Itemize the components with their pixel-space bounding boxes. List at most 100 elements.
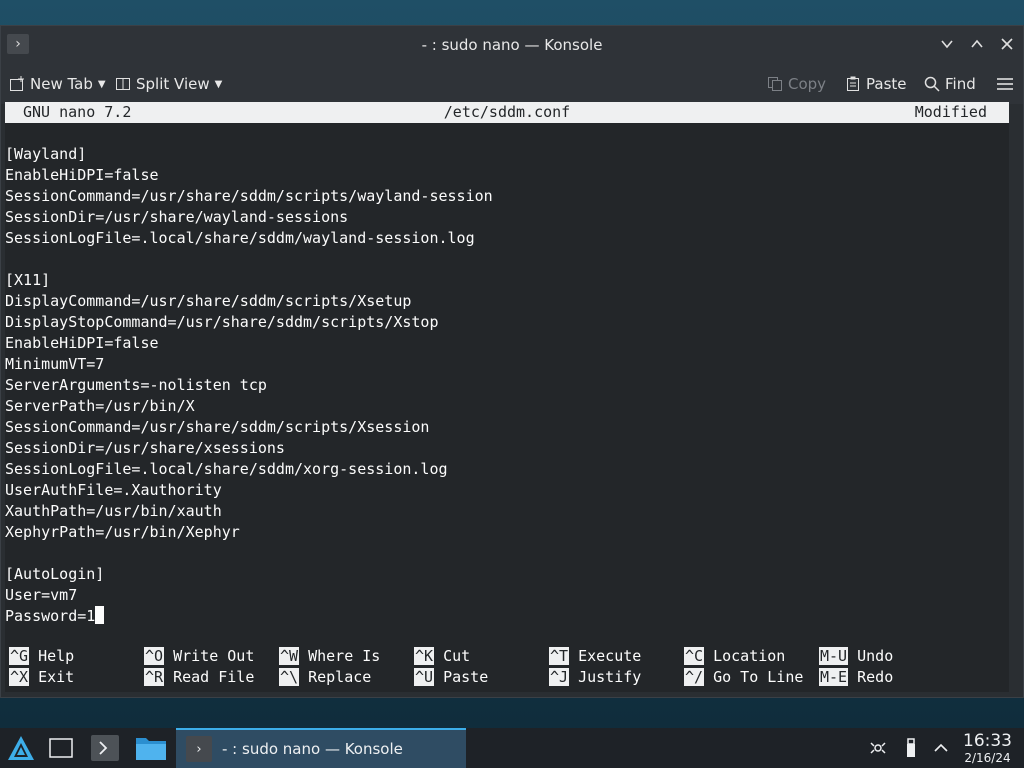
shortcut-key: ^W <box>279 647 300 665</box>
maximize-button[interactable] <box>965 32 989 56</box>
shortcut-key: M-U <box>819 647 849 665</box>
show-desktop-icon <box>49 738 73 758</box>
shortcut-key: ^J <box>549 668 570 686</box>
paste-label: Paste <box>866 75 907 93</box>
find-label: Find <box>945 75 976 93</box>
shortcut-label: Write Out <box>173 647 255 665</box>
editor-line-text: [AutoLogin] <box>5 565 105 583</box>
editor-line-text: XauthPath=/usr/bin/xauth <box>5 502 222 520</box>
task-item-konsole[interactable]: › - : sudo nano — Konsole <box>176 728 466 768</box>
shortcut-label: Replace <box>308 668 372 686</box>
system-tray-expand-button[interactable] <box>930 736 952 760</box>
file-manager-launcher[interactable] <box>134 734 168 762</box>
shortcut-key: ^K <box>414 647 435 665</box>
shortcut-label: Justify <box>578 668 642 686</box>
editor-line-text: UserAuthFile=.Xauthority <box>5 481 222 499</box>
editor-line-text: [X11] <box>5 271 51 289</box>
nano-header: GNU nano 7.2 /etc/sddm.conf Modified <box>5 102 1009 123</box>
shortcut-key: M-E <box>819 668 849 686</box>
konsole-launcher[interactable] <box>90 734 120 762</box>
editor-line[interactable] <box>5 543 493 564</box>
network-icon <box>870 742 886 754</box>
show-desktop-button[interactable] <box>46 734 76 762</box>
network-tray-button[interactable] <box>866 736 890 760</box>
shortcut-label: Read File <box>173 668 255 686</box>
editor-buffer[interactable]: [Wayland] EnableHiDPI=false SessionCommand… <box>5 144 493 627</box>
clock-time: 16:33 <box>963 731 1012 751</box>
search-icon <box>924 76 940 92</box>
shortcut-item: ^J Justify <box>549 667 641 688</box>
shortcut-label: Exit <box>38 668 75 686</box>
split-view-button[interactable]: Split View ▼ <box>115 72 222 96</box>
editor-line-text: SessionLogFile=.local/share/sddm/xorg-se… <box>5 460 448 478</box>
editor-line[interactable]: Password=1 <box>5 606 493 627</box>
shortcut-label: Cut <box>443 647 471 665</box>
editor-line-text: EnableHiDPI=false <box>5 166 159 184</box>
editor-line[interactable]: MinimumVT=7 <box>5 354 493 375</box>
editor-line[interactable]: EnableHiDPI=false <box>5 333 493 354</box>
chevron-down-icon <box>941 40 953 49</box>
editor-line[interactable]: ServerPath=/usr/bin/X <box>5 396 493 417</box>
editor-line-text: [Wayland] <box>5 145 87 163</box>
editor-line[interactable]: SessionDir=/usr/share/xsessions <box>5 438 493 459</box>
editor-line[interactable]: SessionCommand=/usr/share/sddm/scripts/X… <box>5 417 493 438</box>
editor-line[interactable]: SessionLogFile=.local/share/sddm/wayland… <box>5 228 493 249</box>
editor-line[interactable]: User=vm7 <box>5 585 493 606</box>
minimize-button[interactable] <box>935 32 959 56</box>
editor-line-text: DisplayStopCommand=/usr/share/sddm/scrip… <box>5 313 439 331</box>
shortcut-key: ^U <box>414 668 435 686</box>
editor-line[interactable]: [AutoLogin] <box>5 564 493 585</box>
konsole-window: › - : sudo nano — Konsole New Tab ▼ Spli… <box>0 25 1024 698</box>
shortcut-item: ^R Read File <box>144 667 254 688</box>
editor-line[interactable]: UserAuthFile=.Xauthority <box>5 480 493 501</box>
editor-line-text: SessionDir=/usr/share/wayland-sessions <box>5 208 349 226</box>
shortcut-label: Go To Line <box>713 668 804 686</box>
shortcut-item: ^K Cut <box>414 646 470 667</box>
editor-line[interactable]: SessionLogFile=.local/share/sddm/xorg-se… <box>5 459 493 480</box>
shortcut-key: ^T <box>549 647 570 665</box>
new-tab-button[interactable]: New Tab ▼ <box>9 72 106 96</box>
editor-line[interactable]: XephyrPath=/usr/bin/Xephyr <box>5 522 493 543</box>
editor-line[interactable]: [X11] <box>5 270 493 291</box>
new-tab-label: New Tab <box>30 75 93 93</box>
editor-line[interactable]: DisplayCommand=/usr/share/sddm/scripts/X… <box>5 291 493 312</box>
editor-line[interactable]: [Wayland] <box>5 144 493 165</box>
text-cursor <box>95 606 105 624</box>
find-button[interactable]: Find <box>924 72 976 96</box>
editor-line[interactable]: ServerArguments=-nolisten tcp <box>5 375 493 396</box>
editor-line[interactable] <box>5 249 493 270</box>
menu-button[interactable] <box>997 72 1013 96</box>
shortcut-row: ^G Help ^O Write Out ^W Where Is ^K Cut ^T E… <box>5 646 1009 667</box>
close-button[interactable] <box>995 32 1019 56</box>
title-bar[interactable]: › - : sudo nano — Konsole <box>1 26 1023 64</box>
paste-icon <box>847 76 859 91</box>
shortcut-item: ^C Location <box>684 646 785 667</box>
paste-button[interactable]: Paste <box>845 72 907 96</box>
terminal-area[interactable]: GNU nano 7.2 /etc/sddm.conf Modified [Wa… <box>5 102 1009 692</box>
removable-media-tray-button[interactable] <box>900 736 922 760</box>
shortcut-item: M-U Undo <box>819 646 893 667</box>
shortcut-label: Help <box>38 647 75 665</box>
editor-line[interactable]: SessionDir=/usr/share/wayland-sessions <box>5 207 493 228</box>
copy-button[interactable]: Copy <box>767 72 826 96</box>
split-view-label: Split View <box>136 75 210 93</box>
shortcut-item: ^/ Go To Line <box>684 667 803 688</box>
application-launcher-button[interactable] <box>4 732 38 764</box>
split-view-icon <box>116 78 130 90</box>
editor-line[interactable]: XauthPath=/usr/bin/xauth <box>5 501 493 522</box>
shortcut-item: ^\ Replace <box>279 667 371 688</box>
digital-clock[interactable]: 16:33 2/16/24 <box>963 732 1012 766</box>
editor-line[interactable]: SessionCommand=/usr/share/sddm/scripts/w… <box>5 186 493 207</box>
close-icon <box>1001 38 1013 50</box>
editor-line[interactable]: EnableHiDPI=false <box>5 165 493 186</box>
shortcut-key: ^\ <box>279 668 300 686</box>
terminal-icon: › <box>186 736 212 762</box>
shortcut-key: ^R <box>144 668 165 686</box>
chevron-down-icon: ▼ <box>97 78 106 90</box>
shortcut-item: ^W Where Is <box>279 646 380 667</box>
shortcut-label: Execute <box>578 647 642 665</box>
new-tab-icon <box>10 76 24 91</box>
shortcut-key: ^O <box>144 647 165 665</box>
nano-status: Modified <box>914 103 987 121</box>
editor-line[interactable]: DisplayStopCommand=/usr/share/sddm/scrip… <box>5 312 493 333</box>
